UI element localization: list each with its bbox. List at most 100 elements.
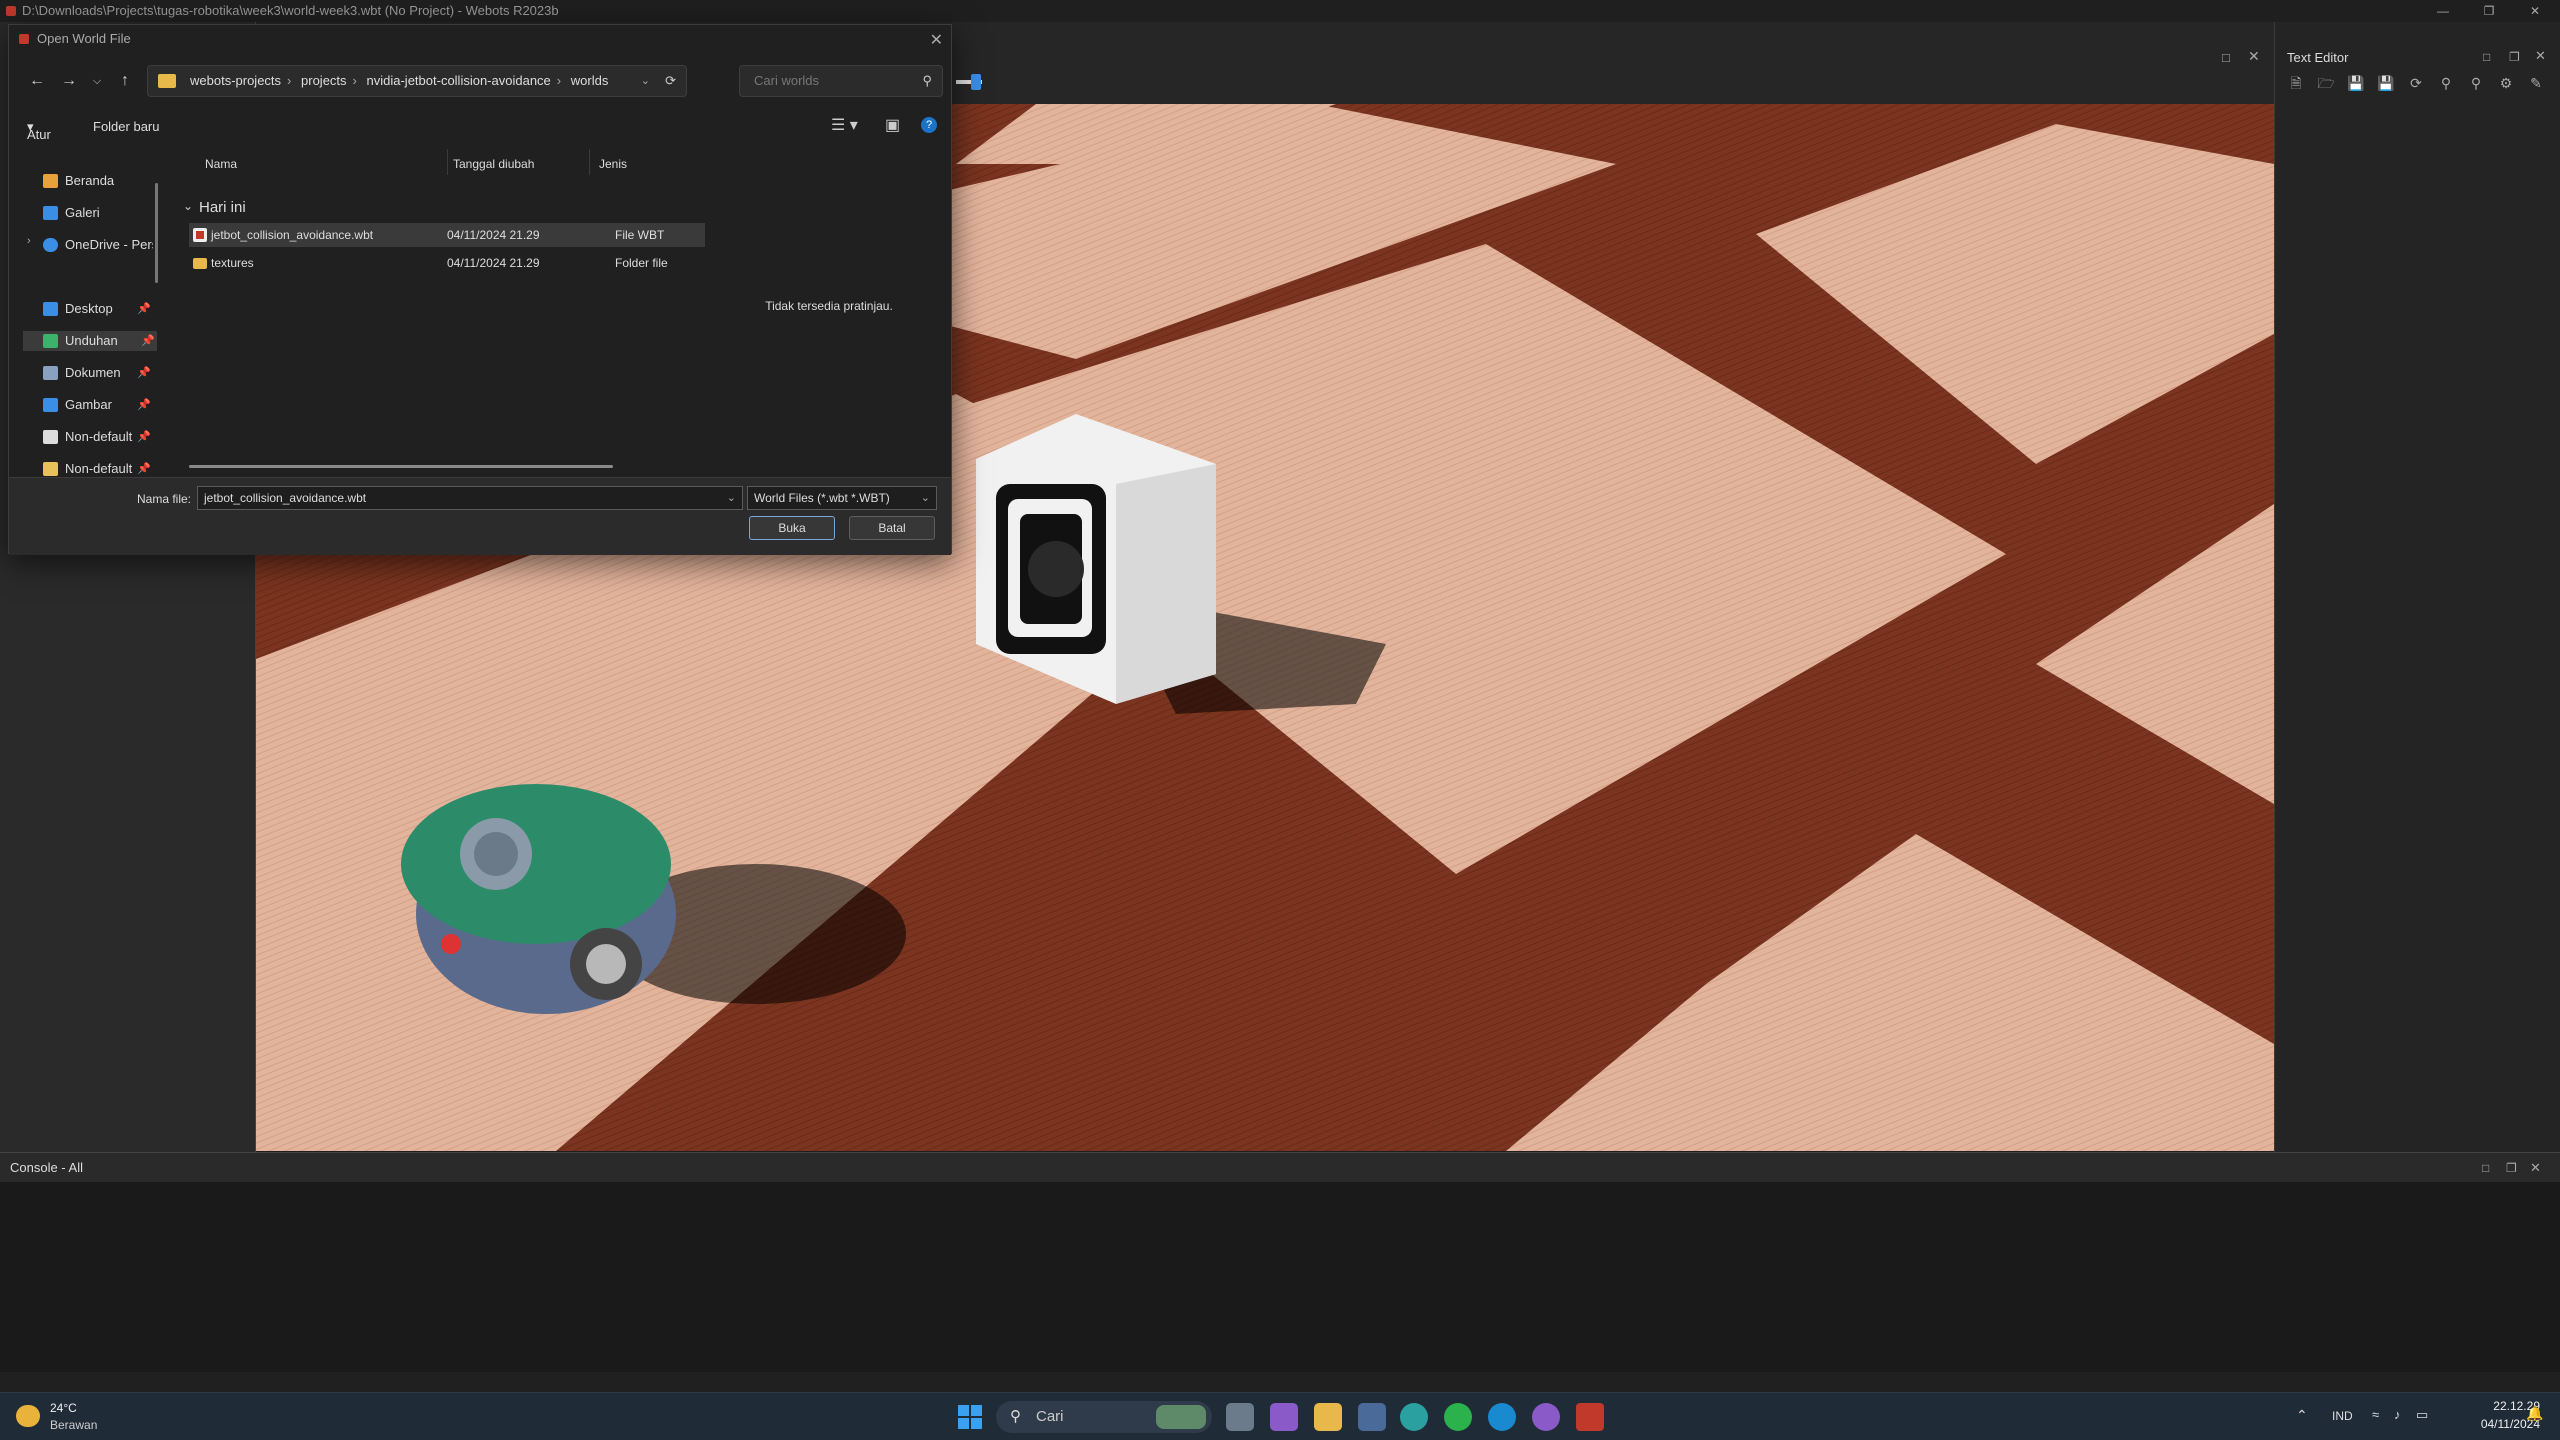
pin-icon[interactable]: 📌 xyxy=(137,363,151,383)
console-restore-icon[interactable]: □ xyxy=(2482,1153,2489,1183)
dialog-close-button[interactable]: ✕ xyxy=(930,27,943,55)
address-dropdown-icon[interactable]: ⌄ xyxy=(641,66,650,96)
column-header-date[interactable]: Tanggal diubah xyxy=(453,157,534,171)
nav-item-gambar[interactable]: Gambar 📌 xyxy=(43,395,153,415)
breadcrumb-webots-projects[interactable]: webots-projects xyxy=(190,66,281,96)
battery-icon[interactable]: ▭ xyxy=(2416,1407,2428,1423)
undock-3d-icon[interactable]: □ xyxy=(2222,50,2230,65)
recent-dropdown-icon[interactable]: ⌵ xyxy=(85,69,109,93)
close-window-button[interactable]: ✕ xyxy=(2512,0,2558,22)
nav-item-dokumen[interactable]: Dokumen 📌 xyxy=(43,363,153,383)
weather-temp[interactable]: 24°C xyxy=(50,1401,77,1415)
file-row[interactable]: jetbot_collision_avoidance.wbt 04/11/202… xyxy=(189,223,705,247)
console-close-icon[interactable]: ✕ xyxy=(2530,1153,2541,1183)
pin-icon[interactable]: 📌 xyxy=(137,459,151,479)
column-header-type[interactable]: Jenis xyxy=(599,157,627,171)
nav-item-beranda[interactable]: Beranda xyxy=(43,171,153,191)
webots-taskbar-icon[interactable] xyxy=(1576,1403,1604,1431)
notification-icon[interactable]: 🔔 xyxy=(2526,1405,2543,1422)
group-label-today[interactable]: Hari ini xyxy=(199,199,246,216)
photos-icon[interactable] xyxy=(1358,1403,1386,1431)
nav-item-galeri[interactable]: Galeri xyxy=(43,203,153,223)
save-as-icon[interactable]: 💾 xyxy=(2377,74,2395,92)
group-collapse-chevron-icon[interactable]: ⌄ xyxy=(183,199,193,213)
pin-icon[interactable]: 📌 xyxy=(141,331,155,351)
pin-icon[interactable]: 📌 xyxy=(137,299,151,319)
edge-dev-icon[interactable] xyxy=(1488,1403,1516,1431)
status-bar xyxy=(0,1372,2560,1392)
language-indicator[interactable]: IND xyxy=(2332,1409,2353,1423)
copilot-icon[interactable] xyxy=(1270,1403,1298,1431)
save-icon[interactable]: 💾 xyxy=(2347,74,2365,92)
close-3d-icon[interactable]: ✕ xyxy=(2248,48,2260,65)
revert-icon[interactable]: ⟳ xyxy=(2407,74,2425,92)
edge-icon[interactable] xyxy=(1400,1403,1428,1431)
back-arrow-icon[interactable]: ← xyxy=(25,69,49,93)
console-float-icon[interactable]: ❐ xyxy=(2506,1153,2517,1183)
column-header-name[interactable]: Nama xyxy=(205,157,237,171)
volume-icon[interactable]: ♪ xyxy=(2394,1407,2401,1422)
address-bar[interactable]: webots-projects › projects › nvidia-jetbot… xyxy=(147,65,687,97)
nav-item-non-default-1[interactable]: Non-default 📌 xyxy=(43,427,153,447)
restore-icon[interactable]: □ xyxy=(2483,50,2490,64)
file-explorer-icon[interactable] xyxy=(1314,1403,1342,1431)
clean-icon[interactable]: ✎ xyxy=(2527,74,2545,92)
breadcrumb-projects[interactable]: projects xyxy=(301,66,347,96)
console-header: Console - All □ ❐ ✕ xyxy=(0,1152,2560,1182)
search-worlds-input[interactable]: Cari worlds ⚲ xyxy=(739,65,943,97)
horizontal-scrollbar[interactable] xyxy=(189,465,613,468)
open-button[interactable]: Buka xyxy=(749,516,835,540)
tray-chevron-icon[interactable]: ⌃ xyxy=(2296,1407,2308,1424)
gallery-icon xyxy=(43,206,58,220)
column-separator[interactable] xyxy=(447,149,448,175)
breadcrumb-nvidia[interactable]: nvidia-jetbot-collision-avoidance xyxy=(367,66,551,96)
replace-icon[interactable]: ⚲ xyxy=(2467,74,2485,92)
weather-icon[interactable] xyxy=(16,1405,40,1427)
nav-scrollbar[interactable] xyxy=(155,183,158,283)
nav-item-onedrive[interactable]: OneDrive - Perso xyxy=(43,235,153,255)
folder-icon xyxy=(158,74,176,88)
wifi-icon[interactable]: ≈ xyxy=(2372,1407,2379,1422)
filename-dropdown-icon[interactable]: ⌄ xyxy=(727,487,736,509)
dialog-footer: Nama file: jetbot_collision_avoidance.wb… xyxy=(9,477,951,555)
nav-item-desktop[interactable]: Desktop 📌 xyxy=(43,299,153,319)
file-type-filter[interactable]: World Files (*.wbt *.WBT) ⌄ xyxy=(747,486,937,510)
pin-icon[interactable]: 📌 xyxy=(137,427,151,447)
expand-chevron-icon[interactable]: › xyxy=(27,235,31,247)
task-view-icon[interactable] xyxy=(1226,1403,1254,1431)
breadcrumb-worlds[interactable]: worlds xyxy=(571,66,609,96)
build-icon[interactable]: ⚙ xyxy=(2497,74,2515,92)
nav-item-unduhan[interactable]: Unduhan 📌 xyxy=(23,331,157,351)
maximize-button[interactable]: ❐ xyxy=(2466,0,2512,22)
open-file-icon[interactable]: 🗁 xyxy=(2317,74,2335,92)
help-icon[interactable]: ? xyxy=(921,117,937,133)
nav-item-non-default-2[interactable]: Non-default 📌 xyxy=(43,459,153,479)
weather-desc[interactable]: Berawan xyxy=(50,1418,97,1432)
console-output[interactable] xyxy=(0,1182,2560,1372)
new-file-icon[interactable]: 🗎 xyxy=(2287,74,2305,92)
float-icon[interactable]: ❐ xyxy=(2509,50,2520,64)
file-row[interactable]: textures 04/11/2024 21.29 Folder file xyxy=(189,251,705,275)
pin-icon[interactable]: 📌 xyxy=(137,395,151,415)
home-icon xyxy=(43,174,58,188)
close-panel-icon[interactable]: ✕ xyxy=(2535,48,2546,64)
forward-arrow-icon[interactable]: → xyxy=(57,69,81,93)
preview-pane-icon[interactable]: ▣ xyxy=(885,115,900,135)
organize-menu[interactable]: Atur ▾ xyxy=(27,119,51,142)
taskbar-search[interactable]: ⚲ Cari xyxy=(996,1401,1212,1433)
minimize-button[interactable]: — xyxy=(2420,0,2466,22)
filter-dropdown-icon[interactable]: ⌄ xyxy=(921,487,930,509)
speed-slider-handle[interactable] xyxy=(971,74,981,90)
whatsapp-icon[interactable] xyxy=(1444,1403,1472,1431)
folder-icon xyxy=(193,258,207,269)
cancel-button[interactable]: Batal xyxy=(849,516,935,540)
filename-input[interactable]: jetbot_collision_avoidance.wbt ⌄ xyxy=(197,486,743,510)
view-options-icon[interactable]: ☰ ▾ xyxy=(831,115,858,135)
column-separator[interactable] xyxy=(589,149,590,175)
start-icon[interactable] xyxy=(958,1405,982,1429)
refresh-icon[interactable]: ⟳ xyxy=(665,66,676,96)
up-arrow-icon[interactable]: ↑ xyxy=(113,69,137,93)
github-icon[interactable] xyxy=(1532,1403,1560,1431)
find-icon[interactable]: ⚲ xyxy=(2437,74,2455,92)
new-folder-button[interactable]: Folder baru xyxy=(93,119,159,134)
